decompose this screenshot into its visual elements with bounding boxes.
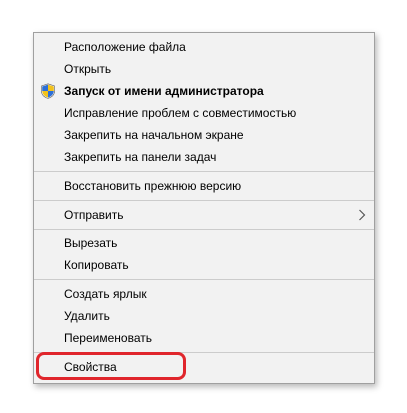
menu-item-pin-to-taskbar[interactable]: Закрепить на панели задач	[34, 146, 374, 168]
menu-item-troubleshoot-compatibility[interactable]: Исправление проблем с совместимостью	[34, 102, 374, 124]
menu-item-restore-previous-versions[interactable]: Восстановить прежнюю версию	[34, 175, 374, 197]
uac-shield-icon	[41, 83, 55, 99]
menu-item-properties[interactable]: Свойства	[34, 356, 374, 378]
menu-item-run-as-admin[interactable]: Запуск от имени администратора	[34, 80, 374, 102]
menu-item-pin-to-start[interactable]: Закрепить на начальном экране	[34, 124, 374, 146]
menu-separator	[34, 279, 374, 280]
menu-item-delete[interactable]: Удалить	[34, 305, 374, 327]
menu-separator	[34, 229, 374, 230]
menu-separator	[34, 171, 374, 172]
menu-item-label: Запуск от имени администратора	[64, 84, 264, 98]
menu-item-send-to[interactable]: Отправить	[34, 204, 374, 226]
chevron-right-icon	[359, 209, 366, 221]
menu-item-label: Отправить	[64, 208, 124, 222]
menu-item-file-location[interactable]: Расположение файла	[34, 36, 374, 58]
menu-item-copy[interactable]: Копировать	[34, 254, 374, 276]
menu-separator	[34, 200, 374, 201]
menu-item-create-shortcut[interactable]: Создать ярлык	[34, 283, 374, 305]
menu-item-cut[interactable]: Вырезать	[34, 232, 374, 254]
menu-separator	[34, 352, 374, 353]
menu-item-open[interactable]: Открыть	[34, 58, 374, 80]
context-menu: Расположение файла Открыть Запуск от име…	[33, 32, 375, 384]
menu-item-rename[interactable]: Переименовать	[34, 327, 374, 349]
